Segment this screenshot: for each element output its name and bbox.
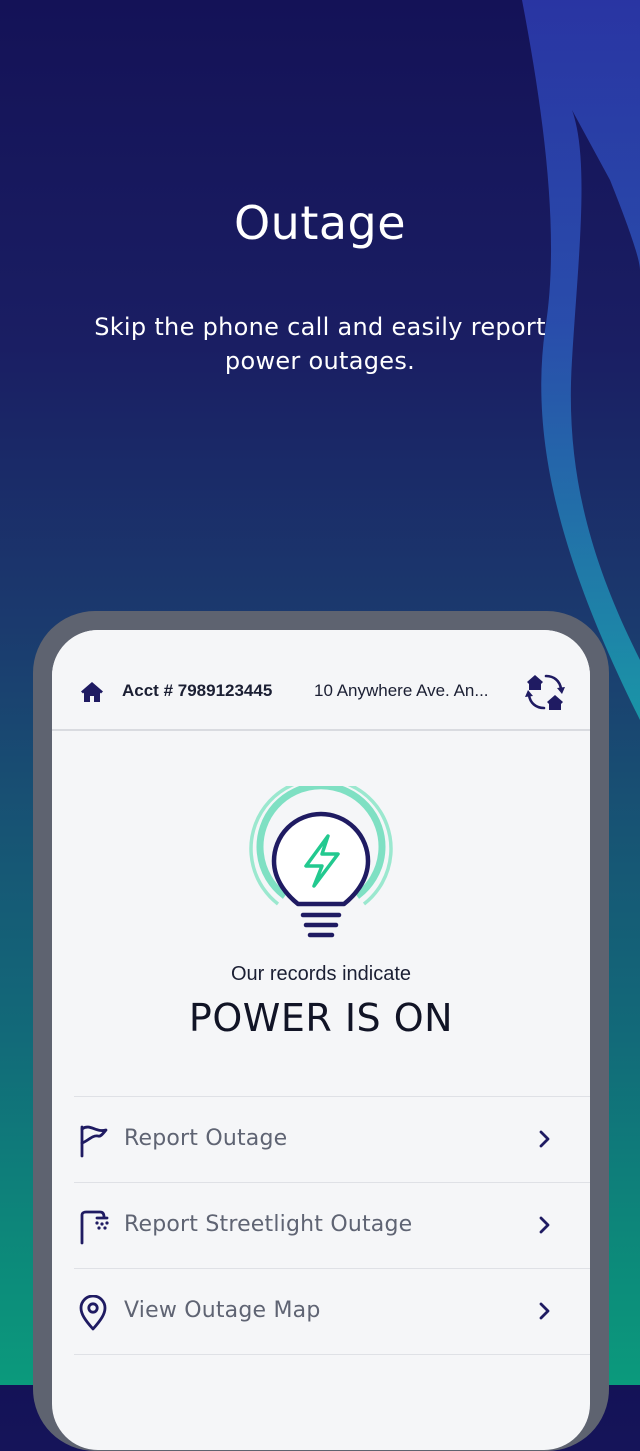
report-outage-item[interactable]: Report Outage [74,1096,590,1182]
phone-screen: Acct # 7989123445 10 Anywhere Ave. An...… [52,630,590,1450]
view-outage-map-label: View Outage Map [124,1298,321,1323]
promo-subtitle: Skip the phone call and easily report po… [94,313,546,375]
account-address: 10 Anywhere Ave. An... [314,681,489,700]
chevron-right-icon [539,1302,550,1320]
account-number: Acct # 7989123445 [122,681,273,700]
view-outage-map-item[interactable]: View Outage Map [74,1268,590,1355]
promo-title: Outage [233,196,407,250]
map-pin-icon [79,1295,107,1331]
report-streetlight-outage-item[interactable]: Report Streetlight Outage [74,1182,590,1268]
report-outage-label: Report Outage [124,1126,288,1151]
records-indicate-text: Our records indicate [230,963,412,985]
lightbulb-bolt-icon [249,786,393,938]
flag-icon [80,1125,108,1158]
switch-account-icon[interactable] [524,670,566,714]
streetlight-icon [80,1210,109,1245]
outage-menu: Report Outage Report Streetlight Outage [74,1096,590,1355]
home-icon [81,682,103,702]
chevron-right-icon [539,1216,550,1234]
account-bar[interactable]: Acct # 7989123445 10 Anywhere Ave. An... [52,630,590,731]
power-status-text: POWER IS ON [188,996,454,1040]
chevron-right-icon [539,1130,550,1148]
report-streetlight-outage-label: Report Streetlight Outage [124,1212,413,1237]
